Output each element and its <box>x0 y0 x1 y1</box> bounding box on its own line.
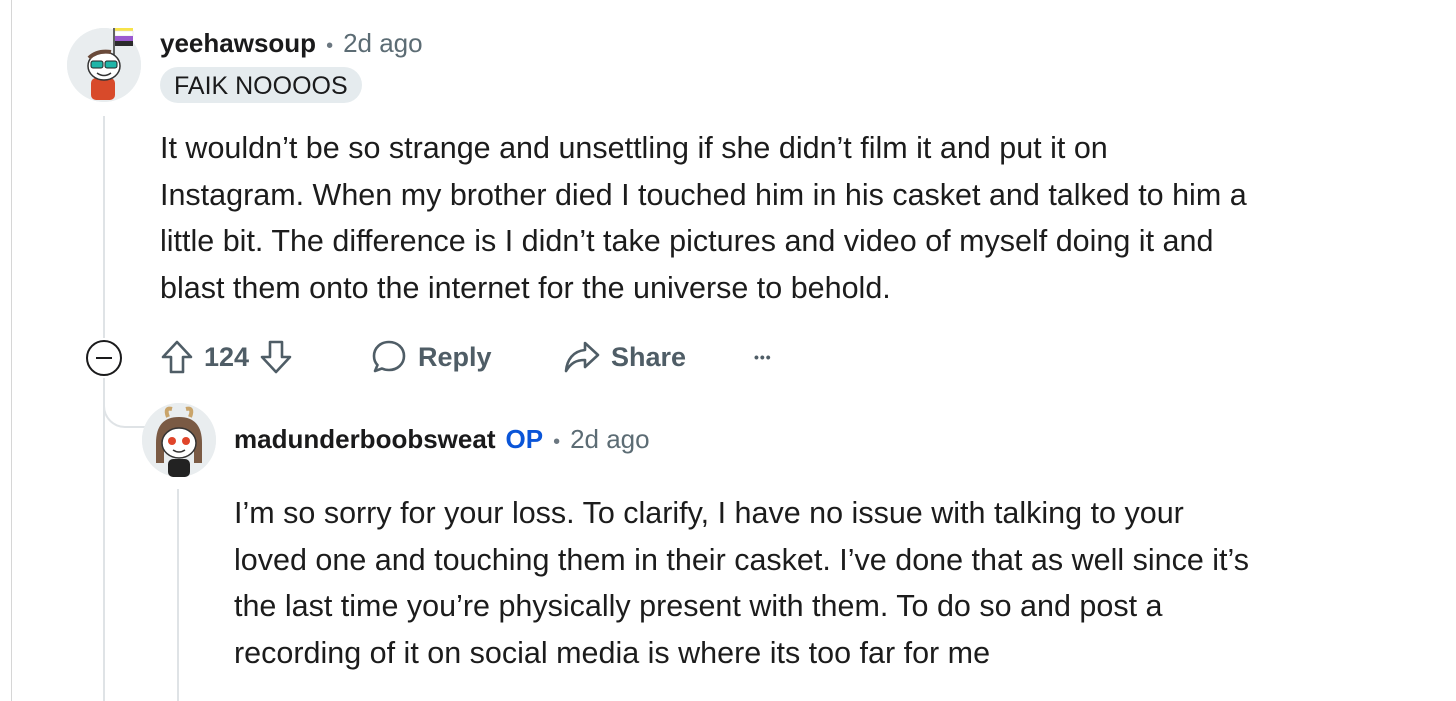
share-label: Share <box>611 341 687 372</box>
reply-body: I’m so sorry for your loss. To clarify, … <box>234 490 1394 676</box>
vote-score: 124 <box>204 341 250 372</box>
reply-header: madunderboobsweat OP • 2d ago <box>234 424 650 455</box>
op-badge: OP <box>505 424 544 454</box>
timestamp[interactable]: 2d ago <box>343 28 423 59</box>
separator-dot: • <box>326 35 334 57</box>
username[interactable]: yeehawsoup <box>160 28 316 59</box>
comment-bubble-icon <box>370 338 408 376</box>
reply-body-line: loved one and touching them in their cas… <box>234 542 1250 577</box>
more-options-icon: ••• <box>754 349 772 365</box>
comment-body-line: blast them onto the internet for the uni… <box>160 270 891 305</box>
comment-header: yeehawsoup • 2d ago <box>160 28 423 59</box>
vote-controls: 124 <box>160 336 293 378</box>
comment-body-line: little bit. The difference is I didn’t t… <box>160 224 1214 258</box>
separator-dot: • <box>553 431 561 453</box>
comment-body-line: Instagram. When my brother died I touche… <box>160 177 1247 212</box>
snoo-avatar-icon <box>67 28 141 102</box>
reply-thread-line[interactable] <box>177 489 179 701</box>
thread-line[interactable] <box>103 378 105 701</box>
timestamp[interactable]: 2d ago <box>570 424 650 455</box>
thread-line[interactable] <box>103 116 105 338</box>
downvote-icon[interactable] <box>259 339 293 375</box>
username[interactable]: madunderboobsweat <box>234 424 495 455</box>
reply-body-line: I’m so sorry for your loss. To clarify, … <box>234 496 1184 530</box>
more-options-button[interactable]: ••• <box>754 336 772 378</box>
reply-button[interactable]: Reply <box>370 336 492 378</box>
reply-body-line: the last time you’re physically present … <box>234 589 1163 623</box>
collapse-thread-button[interactable] <box>86 340 122 376</box>
avatar[interactable] <box>142 403 216 477</box>
left-edge-divider <box>11 0 12 701</box>
reply-label: Reply <box>418 341 492 372</box>
user-flair: FAIK NOOOOS <box>160 67 362 103</box>
share-button[interactable]: Share <box>563 336 686 378</box>
upvote-icon[interactable] <box>160 339 194 375</box>
comment-body: It wouldn’t be so strange and unsettling… <box>160 125 1390 311</box>
avatar[interactable] <box>67 28 141 102</box>
comment-body-line: It wouldn’t be so strange and unsettling… <box>160 131 1108 165</box>
snoo-avatar-icon <box>142 403 216 477</box>
reply-body-line: recording of it on social media is where… <box>234 635 991 670</box>
collapse-minus-icon <box>96 357 112 359</box>
share-arrow-icon <box>563 339 601 375</box>
